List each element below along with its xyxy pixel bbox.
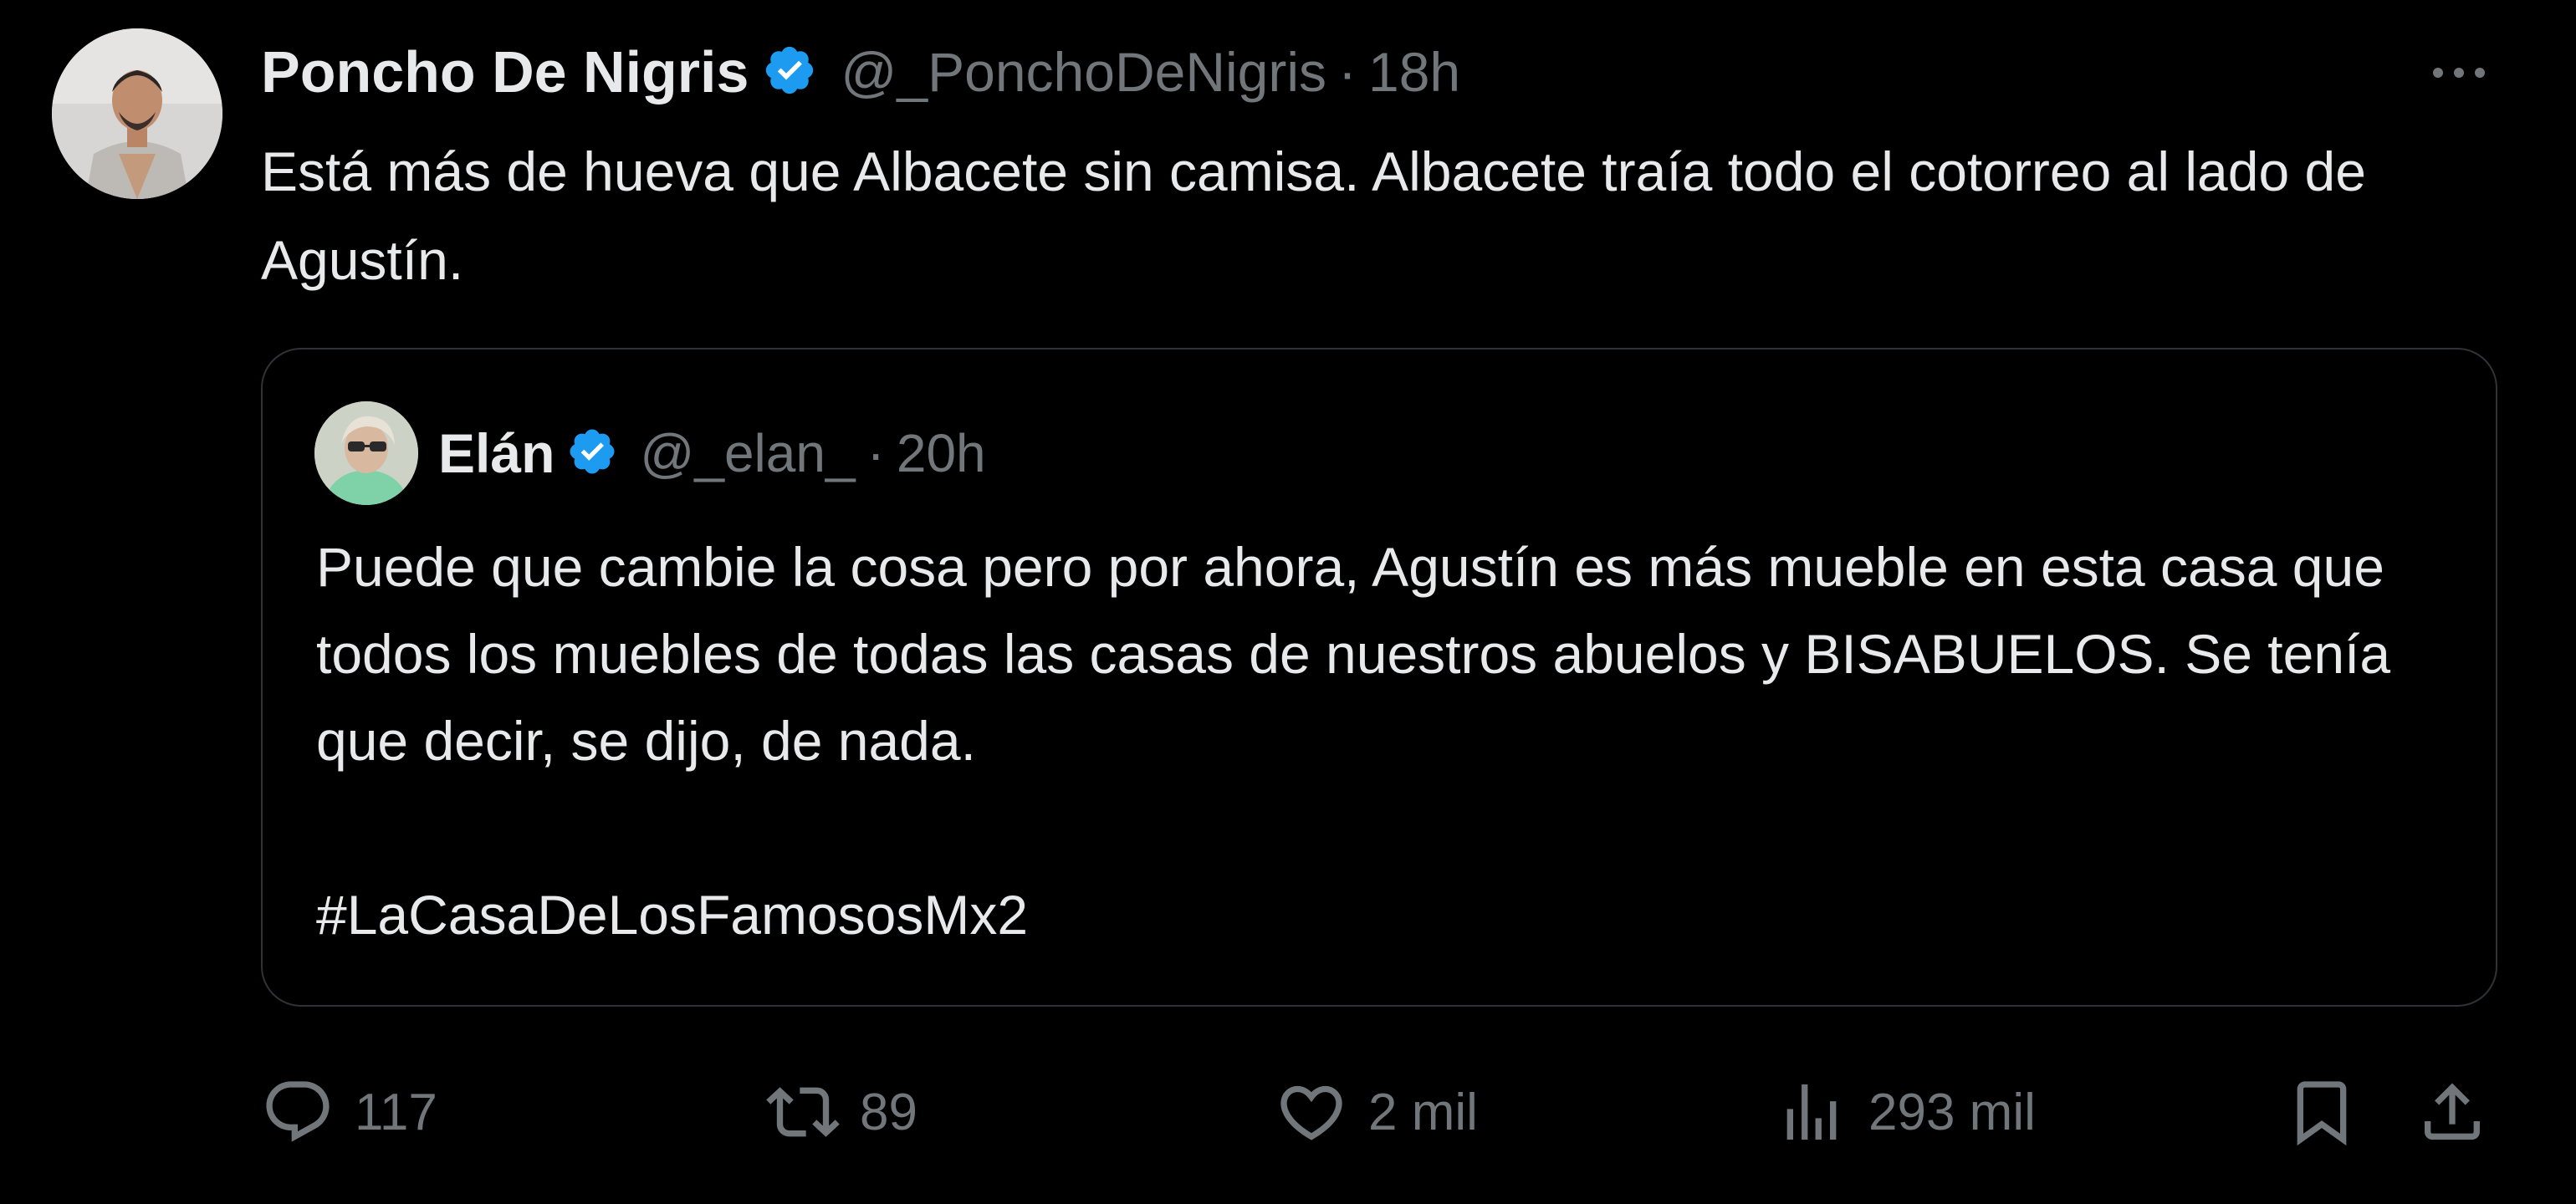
author-handle[interactable]: @_PonchoDeNigris: [841, 40, 1326, 104]
like-icon: [1280, 1085, 1342, 1140]
views-button[interactable]: 293 mil: [1775, 1062, 2036, 1162]
share-button[interactable]: [2415, 1062, 2489, 1162]
like-count: 2 mil: [1368, 1083, 1478, 1141]
quoted-tweet-timestamp[interactable]: 20h: [897, 422, 986, 484]
like-button[interactable]: 2 mil: [1275, 1062, 1478, 1162]
reply-icon: [266, 1081, 330, 1142]
tweet-timestamp[interactable]: 18h: [1368, 40, 1460, 104]
bookmark-icon: [2297, 1081, 2347, 1146]
retweet-icon: [766, 1087, 840, 1137]
bookmark-button[interactable]: [2285, 1062, 2359, 1162]
retweet-button[interactable]: 89: [766, 1062, 917, 1162]
tweet[interactable]: Poncho De Nigris @_PonchoDeNigris · 18h …: [0, 0, 2576, 1204]
retweet-count: 89: [860, 1083, 917, 1141]
quoted-author-name[interactable]: Elán: [438, 421, 555, 485]
quoted-tweet-text: Puede que cambie la cosa pero por ahora,…: [316, 536, 2391, 772]
quoted-author-handle[interactable]: @_elan_: [640, 422, 855, 484]
verified-badge-icon[interactable]: [566, 426, 618, 482]
author-name[interactable]: Poncho De Nigris: [261, 38, 749, 105]
views-icon: [1786, 1084, 1837, 1140]
reply-count: 117: [355, 1083, 437, 1141]
quoted-tweet[interactable]: Elán @_elan_ · 20h Puede que cambie la c…: [261, 348, 2497, 1007]
verified-badge-icon[interactable]: [762, 43, 817, 102]
quoted-tweet-hashtag[interactable]: #LaCasaDeLosFamososMx2: [316, 871, 1028, 958]
quoted-tweet-header: Elán @_elan_ · 20h: [438, 411, 986, 495]
author-avatar[interactable]: [52, 28, 222, 199]
more-options-button[interactable]: [2425, 43, 2492, 102]
more-horizontal-icon: [2433, 68, 2485, 78]
views-count: 293 mil: [1868, 1083, 2036, 1141]
author-avatar-image: [52, 28, 222, 199]
reply-button[interactable]: 117: [261, 1062, 437, 1162]
quoted-avatar-image: [314, 401, 418, 505]
quoted-author-avatar[interactable]: [314, 401, 418, 505]
tweet-header: Poncho De Nigris @_PonchoDeNigris · 18h: [261, 30, 1460, 114]
separator-dot: ·: [866, 423, 885, 483]
share-icon: [2425, 1083, 2480, 1140]
tweet-text: Está más de hueva que Albacete sin camis…: [261, 140, 2366, 291]
tweet-actions-bar: 117 89 2 mil 293 mil: [261, 1062, 2519, 1162]
separator-dot: ·: [1338, 41, 1357, 103]
